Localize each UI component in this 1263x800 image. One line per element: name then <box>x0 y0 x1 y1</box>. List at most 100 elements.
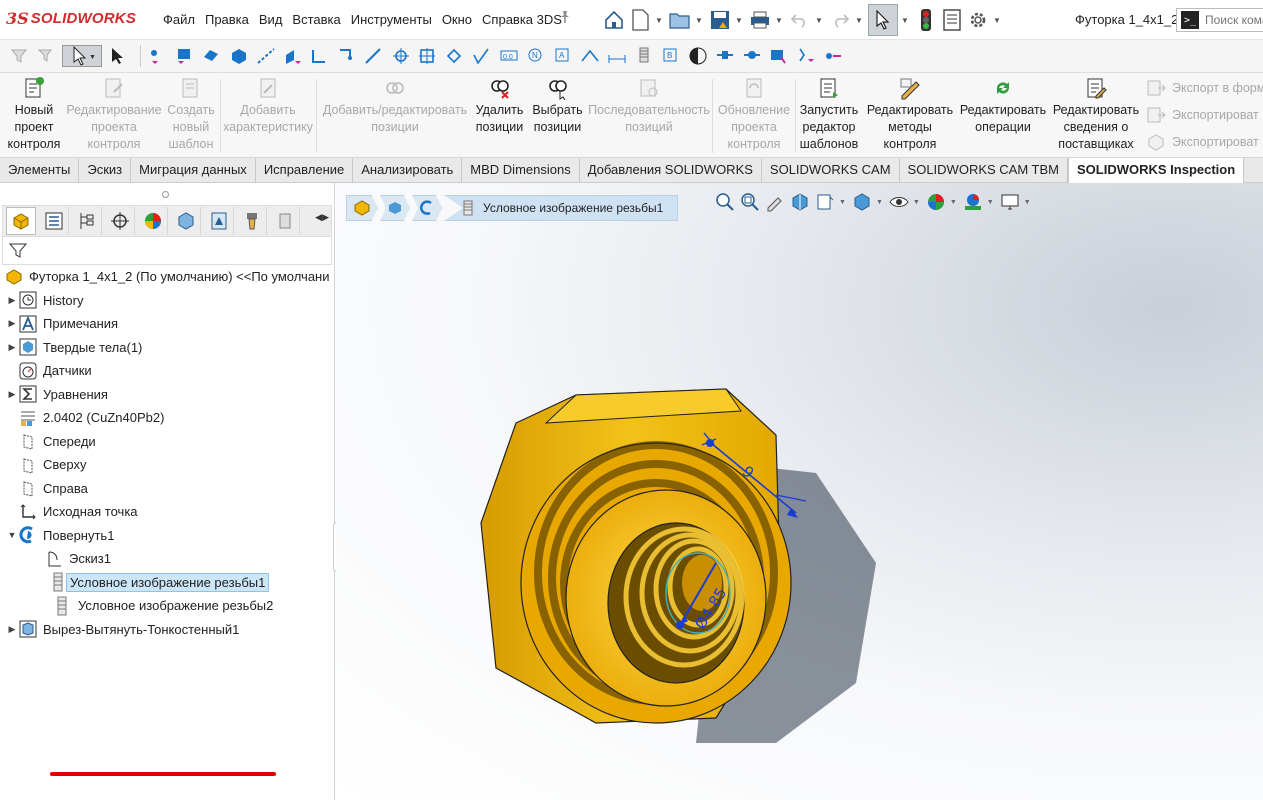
display-manager-tab-icon[interactable] <box>138 207 168 235</box>
edit-vendors-button[interactable]: Редактировать сведения о поставщиках <box>1050 76 1142 153</box>
select-balloons-button[interactable]: Выбрать позиции <box>530 76 585 136</box>
view-orientation-dropdown-icon[interactable]: ▼ <box>839 199 846 206</box>
add-edit-balloons-button[interactable]: Добавить/редактировать позиции <box>320 76 470 136</box>
tree-node-cosmetic-thread-2[interactable]: Условное изображение резьбы2 <box>0 594 335 618</box>
delete-balloons-button[interactable]: Удалить позиции <box>472 76 527 136</box>
select-dropdown-icon[interactable]: ▼ <box>900 16 910 25</box>
display-style-dropdown-icon[interactable]: ▼ <box>876 199 883 206</box>
tab-solidworks-cam[interactable]: SOLIDWORKS CAM <box>762 158 900 182</box>
filter-gtol-icon[interactable] <box>579 45 601 67</box>
pin-menu-icon[interactable] <box>558 10 572 27</box>
undo-dropdown-icon[interactable]: ▼ <box>814 16 824 25</box>
tree-root-part[interactable]: Футорка 1_4x1_2 (По умолчанию) <<По умол… <box>0 265 335 289</box>
filter-axis-icon[interactable] <box>255 45 277 67</box>
tab-data-migration[interactable]: Миграция данных <box>131 158 256 182</box>
tab-features[interactable]: Элементы <box>0 158 80 182</box>
graphics-area[interactable]: Условное изображение резьбы1 ▼ ▼ ▼ ▼ ▼ ▼ <box>336 183 1263 800</box>
filter-vertex-pink-icon[interactable] <box>795 45 817 67</box>
filter-note-icon[interactable]: N <box>525 45 547 67</box>
filter-solid-icon[interactable] <box>228 45 250 67</box>
zoom-to-area-icon[interactable] <box>739 191 761 213</box>
tab-solidworks-cam-tbm[interactable]: SOLIDWORKS CAM TBM <box>900 158 1068 182</box>
filter-cosmetic-thread-icon[interactable] <box>633 45 655 67</box>
feature-manager-tab-icon[interactable] <box>6 207 36 235</box>
menu-view[interactable]: Вид <box>254 12 288 27</box>
balloon-sequence-button[interactable]: Последовательность позиций <box>588 76 710 136</box>
expand-icon[interactable]: ▶ <box>6 342 18 353</box>
edit-inspection-project-button[interactable]: Редактирование проекта контроля <box>65 76 163 153</box>
filter-midpoint-icon[interactable] <box>390 45 412 67</box>
filter-weld-icon[interactable] <box>444 45 466 67</box>
cam-tool-tree-tab-icon[interactable] <box>237 207 267 235</box>
create-template-button[interactable]: Создать новый шаблон <box>165 76 217 153</box>
update-inspection-project-button[interactable]: Обновление проекта контроля <box>715 76 793 153</box>
filter-vertex-icon[interactable] <box>147 45 169 67</box>
filter-surface-icon[interactable] <box>201 45 223 67</box>
menu-file[interactable]: Файл <box>158 12 200 27</box>
filter-appearance-icon[interactable] <box>687 45 709 67</box>
export-button-3[interactable]: Экспортироват <box>1146 133 1259 151</box>
tree-node-right-plane[interactable]: Справа <box>0 477 335 501</box>
solidworks-logo[interactable]: 3S SOLIDWORKS <box>6 9 136 28</box>
menu-edit[interactable]: Правка <box>200 12 254 27</box>
cam-operation-tree-tab-icon[interactable] <box>204 207 234 235</box>
open-dropdown-icon[interactable]: ▼ <box>694 16 704 25</box>
redo-dropdown-icon[interactable]: ▼ <box>854 16 864 25</box>
menu-window[interactable]: Окно <box>437 12 477 27</box>
view-settings-monitor-icon[interactable] <box>999 191 1021 213</box>
filter-surface-finish-icon[interactable] <box>471 45 493 67</box>
edit-operations-button[interactable]: Редактировать операции <box>958 76 1048 136</box>
new-document-icon[interactable] <box>628 8 652 32</box>
tree-node-sensors[interactable]: Датчики <box>0 359 335 383</box>
filter-face-icon[interactable] <box>174 45 196 67</box>
options-dropdown-icon[interactable]: ▼ <box>992 16 1002 25</box>
filter-sketch-point-icon[interactable] <box>336 45 358 67</box>
filter-sketch-icon[interactable] <box>309 45 331 67</box>
add-characteristic-button[interactable]: Добавить характеристику <box>222 76 314 136</box>
tab-evaluate[interactable]: Анализировать <box>353 158 463 182</box>
tab-sketch[interactable]: Эскиз <box>79 158 132 182</box>
tree-node-sketch1[interactable]: Эскиз1 <box>0 547 335 571</box>
cam-feature-tree-tab-icon[interactable] <box>171 207 201 235</box>
view-settings-dropdown-icon[interactable]: ▼ <box>1024 199 1031 206</box>
tab-solidworks-addins[interactable]: Добавления SOLIDWORKS <box>580 158 762 182</box>
breadcrumb-revolve-icon[interactable] <box>412 195 442 221</box>
zoom-to-fit-icon[interactable] <box>714 191 736 213</box>
filter-mate-reference-icon[interactable] <box>768 45 790 67</box>
filter-arrow-icon[interactable] <box>107 45 129 67</box>
tree-node-top-plane[interactable]: Сверху <box>0 453 335 477</box>
filter-route-point-icon[interactable] <box>741 45 763 67</box>
tree-node-cosmetic-thread-1[interactable]: Условное изображение резьбы1 <box>0 571 335 595</box>
filter-datum-icon[interactable]: 0.0 <box>498 45 520 67</box>
property-manager-tab-icon[interactable] <box>39 207 69 235</box>
save-dropdown-icon[interactable]: ▼ <box>734 16 744 25</box>
menu-help[interactable]: Справка 3DS <box>477 12 567 27</box>
tree-node-history[interactable]: ▶ History <box>0 289 335 313</box>
dimxpert-tab-icon[interactable] <box>105 207 135 235</box>
tab-solidworks-inspection[interactable]: SOLIDWORKS Inspection <box>1068 158 1245 183</box>
hide-show-items-icon[interactable] <box>888 191 910 213</box>
select-pointer-icon[interactable] <box>868 4 898 36</box>
appearance-dropdown-icon[interactable]: ▼ <box>950 199 957 206</box>
filter-block-icon[interactable]: B <box>660 45 682 67</box>
tree-node-equations[interactable]: ▶ Уравнения <box>0 383 335 407</box>
search-input[interactable] <box>1205 13 1263 27</box>
filter-clear-icon[interactable] <box>35 45 57 67</box>
breadcrumb-selected-feature[interactable]: Условное изображение резьбы1 <box>444 195 679 221</box>
more-tabs-icon[interactable] <box>270 207 300 235</box>
expand-icon[interactable]: ▶ <box>6 318 18 329</box>
scene-dropdown-icon[interactable]: ▼ <box>987 199 994 206</box>
tab-repair[interactable]: Исправление <box>256 158 354 182</box>
previous-view-icon[interactable] <box>764 191 786 213</box>
configuration-manager-tab-icon[interactable] <box>72 207 102 235</box>
new-inspection-project-button[interactable]: Новый проект контроля <box>4 76 64 153</box>
filter-plane-icon[interactable] <box>282 45 304 67</box>
tree-node-revolve[interactable]: ▼ Повернуть1 <box>0 524 335 548</box>
tree-filter-icon[interactable] <box>9 242 27 260</box>
edit-inspection-methods-button[interactable]: Редактировать методы контроля <box>865 76 955 153</box>
filter-select-pointer-icon[interactable]: ▼ <box>62 45 102 67</box>
expand-icon[interactable]: ▶ <box>6 624 18 635</box>
filter-connection-point-icon[interactable] <box>714 45 736 67</box>
launch-template-editor-button[interactable]: Запустить редактор шаблонов <box>797 76 861 153</box>
filter-center-mark-icon[interactable] <box>417 45 439 67</box>
